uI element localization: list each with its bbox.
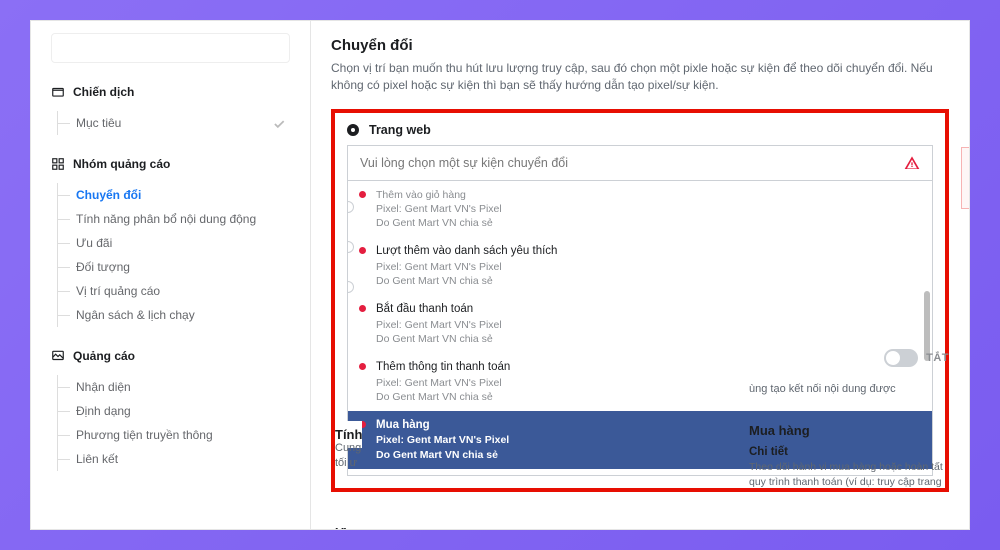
warning-triangle-icon (904, 155, 920, 171)
radio-selected-icon (347, 124, 359, 136)
purchase-description: Theo dõi hành vi mua hàng hoặc hoàn tất … (749, 460, 949, 489)
toggle-state-label: TẮT (926, 352, 949, 364)
tree-campaign: Mục tiêu (57, 111, 290, 135)
sidebar-item[interactable]: Vị trí quảng cáo (58, 279, 290, 303)
sidebar-item[interactable]: Nhận diện (58, 375, 290, 399)
sidebar-item[interactable]: Chuyển đổi (58, 183, 290, 207)
app-frame: Chiến dịch Mục tiêu Nhóm quảng cáo Chuyể… (30, 20, 970, 530)
sidebar-header-label: Chiến dịch (73, 85, 134, 99)
page-description: Chọn vị trí bạn muốn thu hút lưu lượng t… (331, 60, 949, 95)
sidebar-item[interactable]: Ưu đãi (58, 231, 290, 255)
sidebar-section-campaign: Chiến dịch Mục tiêu (51, 81, 290, 135)
folder-icon (51, 85, 65, 99)
radio-label: Trang web (369, 123, 431, 137)
search-placeholder-box[interactable] (51, 33, 290, 63)
sidebar-item[interactable]: Tính năng phân bổ nội dung động (58, 207, 290, 231)
red-dot-icon (359, 363, 366, 370)
conversion-event-option[interactable]: Lượt thêm vào danh sách yêu thíchPixel: … (348, 237, 932, 295)
sidebar-item[interactable]: Liên kết (58, 447, 290, 471)
sidebar-header-label: Nhóm quảng cáo (73, 157, 170, 171)
sidebar-item[interactable]: Phương tiện truyền thông (58, 423, 290, 447)
dropdown-placeholder: Vui lòng chọn một sự kiện chuyển đổi (360, 156, 568, 170)
image-icon (51, 349, 65, 363)
page-title: Chuyển đổi (331, 37, 949, 54)
red-dot-icon (359, 247, 366, 254)
red-dot-icon (359, 191, 366, 198)
sidebar-header-ad[interactable]: Quảng cáo (51, 345, 290, 367)
sidebar-item[interactable]: Đối tượng (58, 255, 290, 279)
purchase-title: Mua hàng (749, 423, 949, 438)
conversion-event-option[interactable]: Bắt đầu thanh toánPixel: Gent Mart VN's … (348, 295, 932, 353)
conversion-missing-alert: Thiếu sự kiện chuyển đổi. Vui lòng chọn … (961, 147, 969, 210)
red-dot-icon (359, 305, 366, 312)
dynamic-creative-panel: TẮT ùng tạo kết nối nội dung được (749, 349, 949, 395)
sidebar-header-campaign[interactable]: Chiến dịch (51, 81, 290, 103)
sidebar-item[interactable]: Mục tiêu (58, 111, 290, 135)
sidebar-item[interactable]: Ngân sách & lịch chạy (58, 303, 290, 327)
cut-section-offer-label: Ưu c (335, 519, 365, 529)
sidebar-section-ad: Quảng cáo Nhận diệnĐịnh dạngPhương tiện … (51, 345, 290, 471)
main-panel: Chuyển đổi Chọn vị trí bạn muốn thu hút … (311, 21, 969, 529)
sidebar-item[interactable]: Định dạng (58, 399, 290, 423)
dynamic-creative-desc: ùng tạo kết nối nội dung được (749, 383, 949, 395)
sidebar-section-adset: Nhóm quảng cáo Chuyển đổiTính năng phân … (51, 153, 290, 327)
grid-icon (51, 157, 65, 171)
tree-ad: Nhận diệnĐịnh dạngPhương tiện truyền thô… (57, 375, 290, 471)
conversion-event-dropdown[interactable]: Vui lòng chọn một sự kiện chuyển đổi (347, 145, 933, 181)
purchase-subtitle: Chi tiết (749, 446, 949, 458)
left-sidebar: Chiến dịch Mục tiêu Nhóm quảng cáo Chuyể… (31, 21, 311, 529)
tree-adset: Chuyển đổiTính năng phân bổ nội dung độn… (57, 183, 290, 327)
check-icon (272, 117, 286, 134)
dynamic-creative-toggle[interactable] (884, 349, 918, 367)
purchase-info-panel: Mua hàng Chi tiết Theo dõi hành vi mua h… (749, 423, 949, 489)
sidebar-header-label: Quảng cáo (73, 349, 135, 363)
conversion-event-option[interactable]: Thêm vào giỏ hàngPixel: Gent Mart VN's P… (348, 181, 932, 238)
sidebar-header-adset[interactable]: Nhóm quảng cáo (51, 153, 290, 175)
cut-section-feature-sub: Cung tối ư (335, 441, 377, 472)
destination-radio-website[interactable]: Trang web (347, 123, 933, 137)
